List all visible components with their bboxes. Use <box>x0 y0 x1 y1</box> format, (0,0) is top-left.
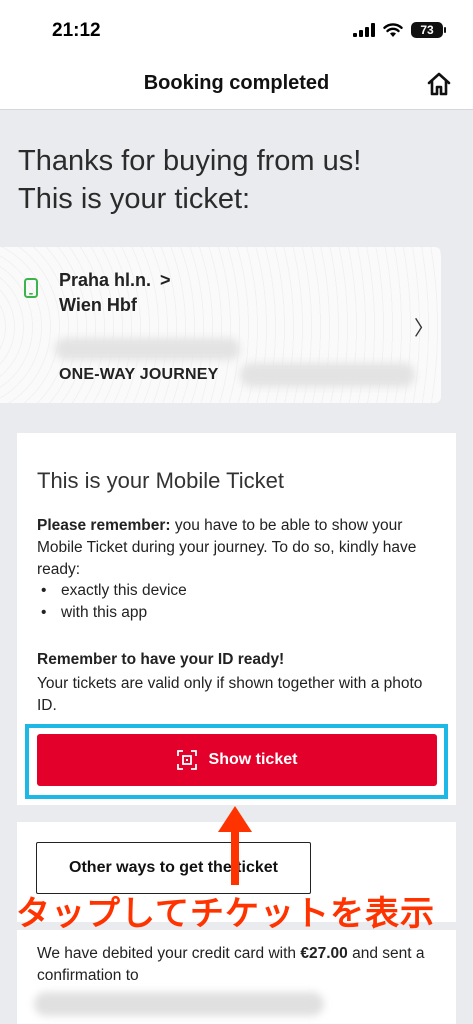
nav-bar: Booking completed <box>0 60 473 110</box>
journey-type: ONE-WAY JOURNEY <box>59 366 219 383</box>
remember-text: Please remember: you have to be able to … <box>37 515 442 581</box>
from-station: Praha hl.n. <box>59 270 152 290</box>
battery-icon: 73 <box>411 22 446 38</box>
mobile-ticket-title: This is your Mobile Ticket <box>37 468 284 493</box>
thanks-heading: Thanks for buying from us! This is your … <box>18 142 458 218</box>
status-bar: 21:12 73 <box>0 0 473 60</box>
home-icon[interactable] <box>425 70 453 98</box>
thanks-line-2: This is your ticket: <box>18 183 251 215</box>
redacted-email <box>34 992 324 1016</box>
route-arrow-icon: > <box>160 270 171 290</box>
status-time: 21:12 <box>52 20 101 41</box>
list-item: exactly this device <box>37 580 187 602</box>
debit-text-before: We have debited your credit card with <box>37 945 301 962</box>
status-icons: 73 <box>353 22 446 38</box>
redacted-passenger <box>240 363 415 387</box>
annotation-arrow-line <box>231 830 239 885</box>
requirements-list: exactly this device with this app <box>37 580 187 624</box>
list-item: with this app <box>37 602 187 624</box>
qr-scan-icon <box>176 750 197 770</box>
annotation-text: タップしてチケットを表示 <box>16 894 435 934</box>
mobile-phone-icon <box>24 278 38 298</box>
chevron-right-icon[interactable]: 〉 <box>414 312 434 341</box>
wifi-icon <box>383 22 403 37</box>
remember-bold: Please remember: <box>37 517 171 534</box>
redacted-date <box>55 338 240 360</box>
thanks-line-1: Thanks for buying from us! <box>18 145 362 177</box>
page-title: Booking completed <box>143 72 330 94</box>
id-reminder-title: Remember to have your ID ready! <box>37 651 285 668</box>
show-ticket-label: Show ticket <box>208 751 298 768</box>
show-ticket-button[interactable]: Show ticket <box>37 734 437 786</box>
annotation-arrow-head <box>218 806 252 832</box>
debit-text: We have debited your credit card with €2… <box>37 943 442 987</box>
to-station: Wien Hbf <box>59 295 137 315</box>
debit-amount: €27.00 <box>300 945 348 962</box>
id-reminder-text: Your tickets are valid only if shown tog… <box>37 675 423 714</box>
signal-icon <box>353 23 375 37</box>
